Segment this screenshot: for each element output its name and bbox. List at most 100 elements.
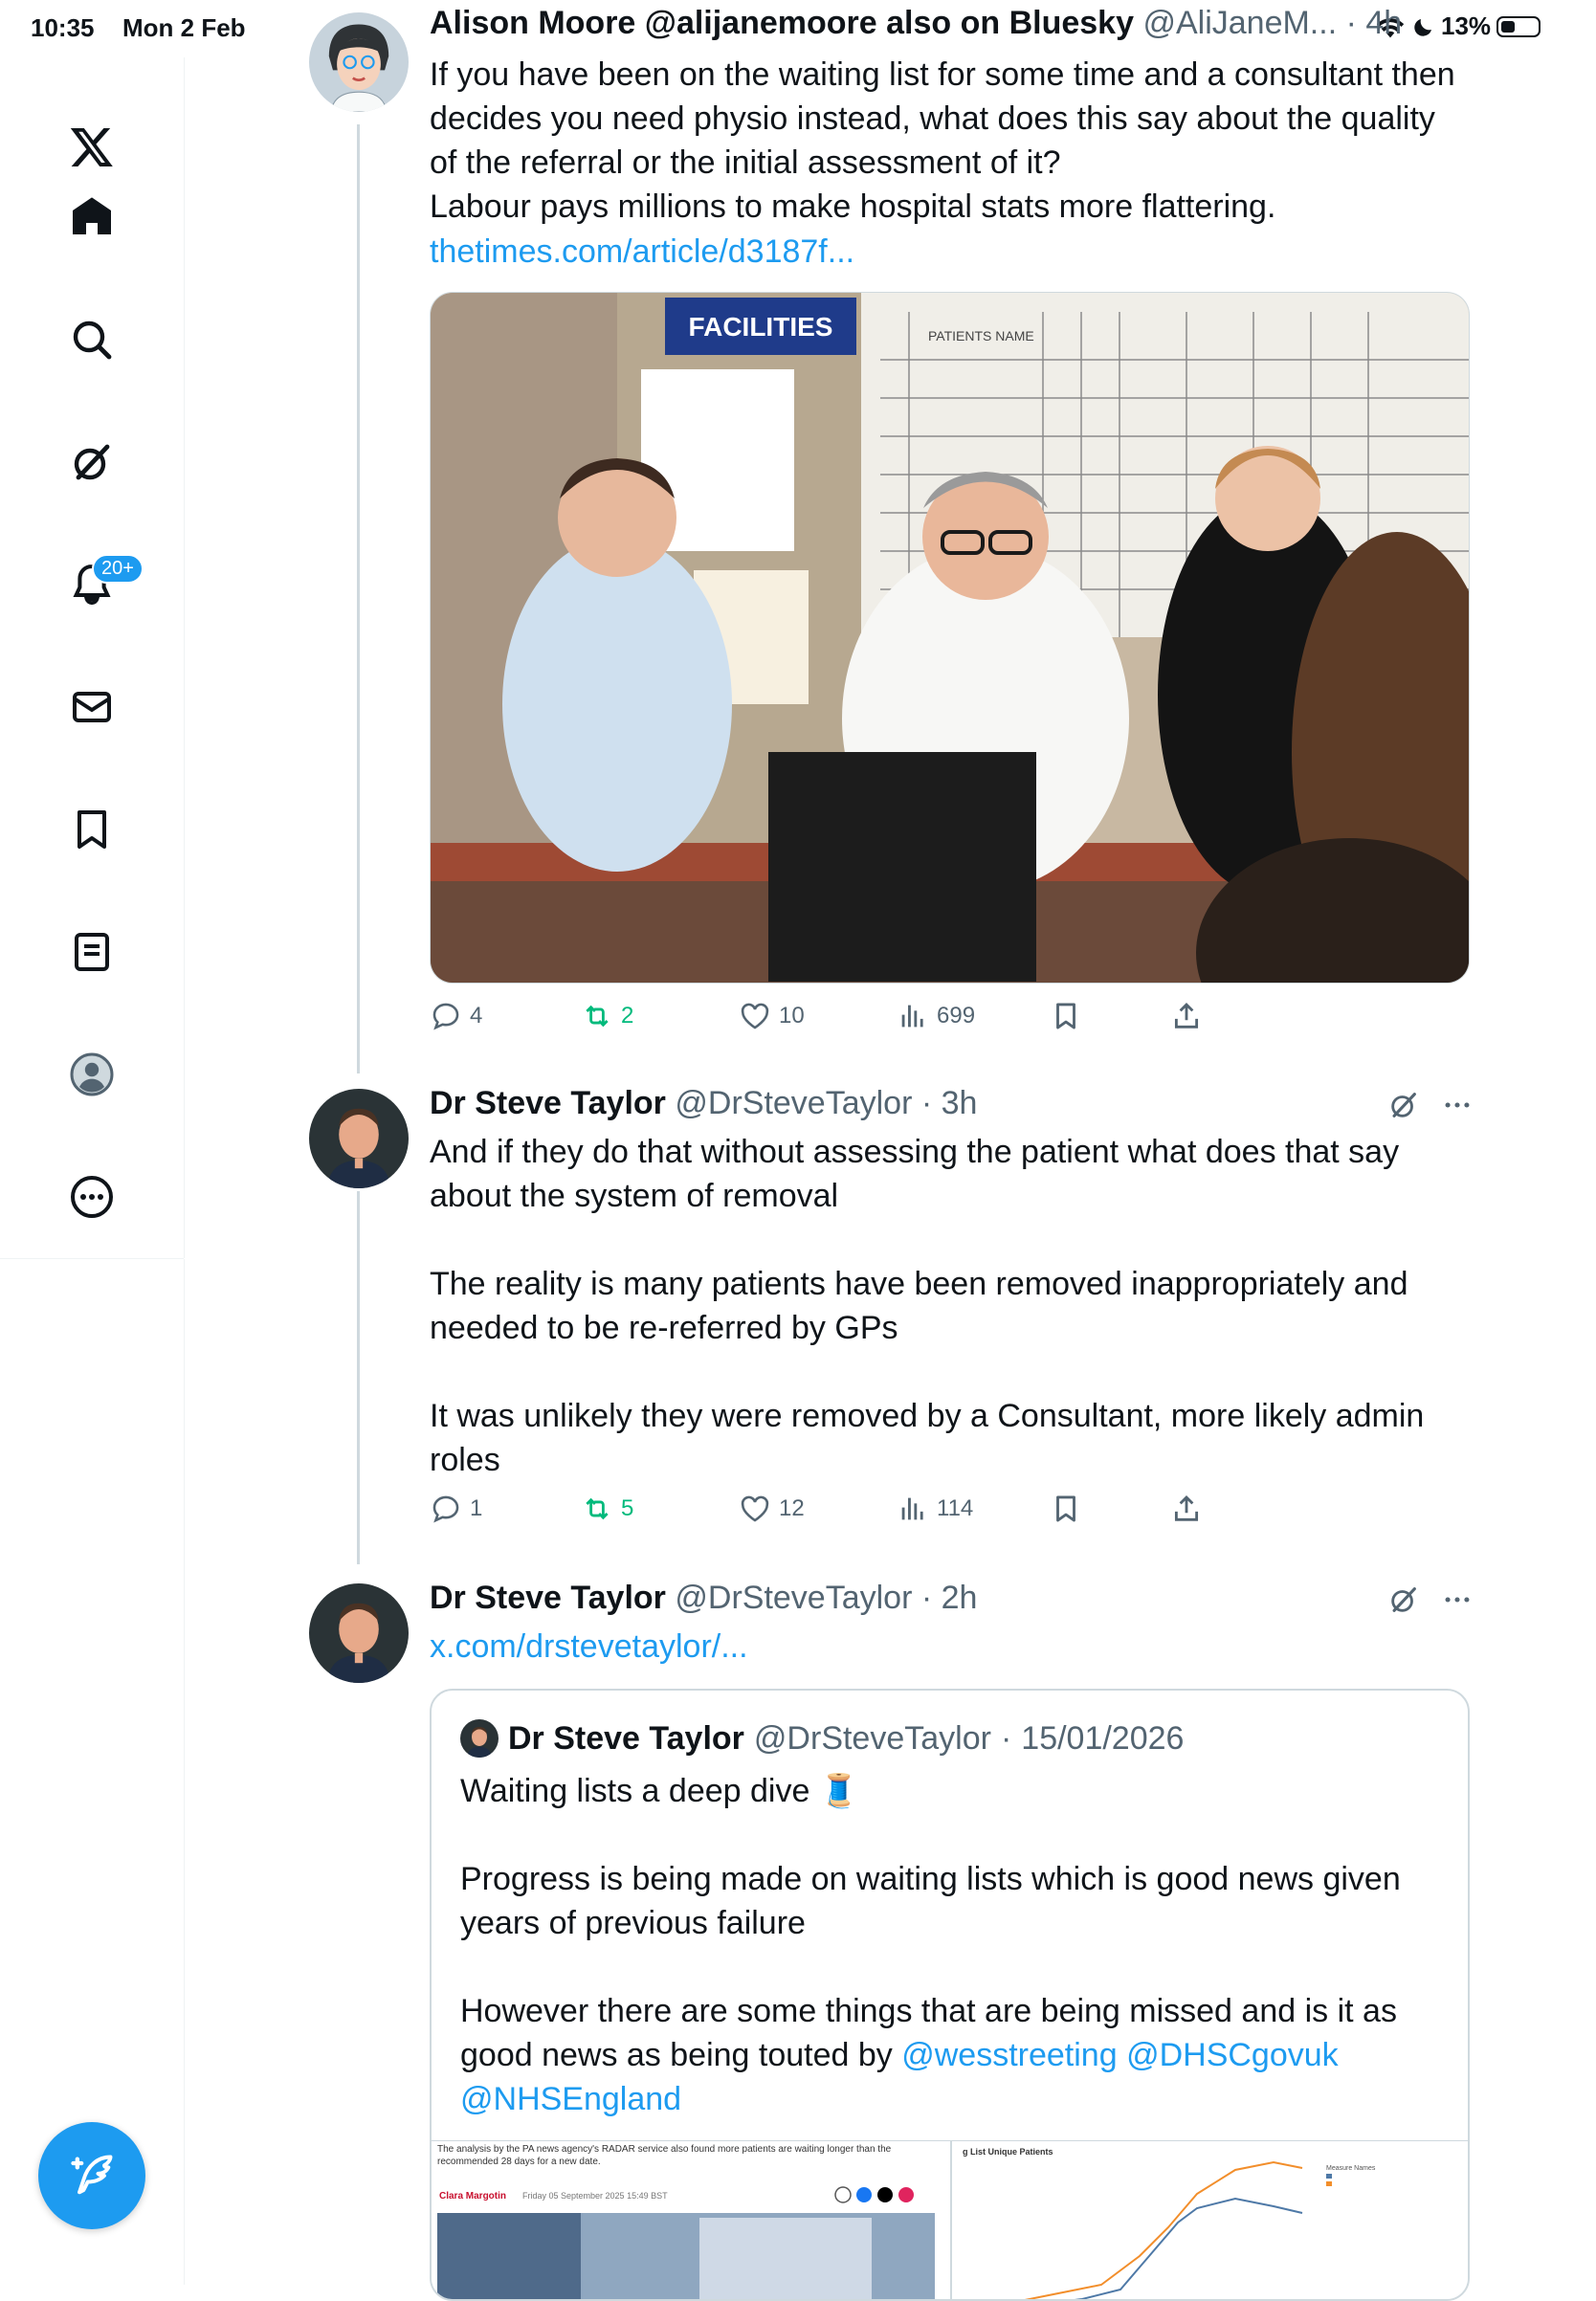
content-border	[184, 1259, 185, 2285]
article-author: Clara Margotin	[439, 2191, 506, 2201]
quote-date: 15/01/2026	[1021, 1719, 1185, 1757]
separator-dot: ·	[912, 1085, 942, 1121]
views-button[interactable]: 114	[897, 1493, 973, 1525]
quote-text-lead: Waiting lists a deep dive 🧵 Progress is …	[460, 1773, 1401, 2073]
mention-link[interactable]: @NHSEngland	[460, 2081, 681, 2117]
share-button[interactable]	[1170, 1493, 1203, 1525]
post-text: And if they do that without assessing th…	[430, 1134, 1425, 1478]
reply-count: 1	[470, 1495, 483, 1521]
separator-dot: ·	[1000, 1719, 1012, 1757]
search-icon[interactable]	[54, 301, 130, 378]
heart-icon	[741, 1495, 769, 1522]
like-button[interactable]: 10	[739, 1000, 805, 1032]
repost-count: 5	[621, 1495, 634, 1521]
quote-avatar	[460, 1719, 499, 1758]
like-button[interactable]: 12	[739, 1493, 805, 1525]
views-bar-chart-icon	[901, 1005, 923, 1028]
repost-count: 2	[621, 1003, 634, 1029]
more-options-icon[interactable]	[1441, 1089, 1474, 1121]
thread-line	[357, 124, 360, 1073]
post-time[interactable]: 4h	[1365, 5, 1402, 41]
share-icon	[1174, 1494, 1199, 1521]
view-count: 114	[937, 1495, 974, 1521]
grok-icon[interactable]	[1387, 1089, 1420, 1121]
author-name[interactable]: Dr Steve Taylor	[430, 1085, 666, 1121]
compose-post-button[interactable]	[38, 2122, 145, 2229]
chart-legend-title: Measure Names	[1326, 2165, 1376, 2172]
battery-percent: 13%	[1441, 11, 1492, 40]
avatar[interactable]	[309, 1089, 409, 1188]
like-count: 12	[779, 1495, 805, 1521]
more-options-icon[interactable]	[1441, 1583, 1474, 1616]
bookmark-button[interactable]	[1050, 1493, 1082, 1525]
status-date: Mon 2 Feb	[122, 13, 246, 42]
post-link[interactable]: x.com/drstevetaylor/...	[430, 1625, 1463, 1669]
post-top-icons	[1387, 1089, 1474, 1121]
bookmark-icon	[1056, 1003, 1075, 1029]
quote-media[interactable]: The analysis by the PA news agency's RAD…	[432, 2140, 1468, 2299]
article-snippet: The analysis by the PA news agency's RAD…	[437, 2144, 892, 2167]
notifications-badge: 20+	[92, 554, 144, 584]
post-time[interactable]: 2h	[942, 1580, 978, 1616]
post-actions: 4 2 10 699	[430, 1000, 1233, 1042]
chart-title: g List Unique Patients	[963, 2147, 1053, 2157]
moon-icon	[1414, 18, 1431, 36]
post-header: Dr Steve Taylor @DrSteveTaylor · 3h	[430, 1085, 977, 1122]
quote-text: Waiting lists a deep dive 🧵 Progress is …	[460, 1769, 1436, 2121]
mention-link[interactable]: @wesstreeting	[901, 2037, 1117, 2073]
quote-header: Dr Steve Taylor @DrSteveTaylor · 15/01/202…	[460, 1719, 1184, 1758]
post-image[interactable]: PATIENTS NAME FACILITIES	[430, 292, 1470, 984]
grok-icon[interactable]	[54, 424, 130, 500]
home-icon[interactable]	[54, 179, 130, 255]
view-count: 699	[937, 1003, 976, 1029]
board-column-label: PATIENTS NAME	[928, 328, 1034, 343]
more-circle-icon[interactable]	[54, 1159, 130, 1235]
x-logo-icon[interactable]	[54, 108, 130, 185]
post-text: If you have been on the waiting list for…	[430, 56, 1455, 225]
post-time[interactable]: 3h	[942, 1085, 978, 1121]
avatar[interactable]	[309, 1583, 409, 1683]
separator-dot: ·	[1337, 5, 1366, 41]
author-name[interactable]: Dr Steve Taylor	[430, 1580, 666, 1616]
repost-icon	[586, 1005, 609, 1028]
status-time: 10:35	[31, 13, 95, 42]
notifications-bell-icon[interactable]: 20+	[54, 546, 144, 623]
share-icon	[1174, 1002, 1199, 1029]
post-top-icons	[1387, 1583, 1474, 1616]
reply-button[interactable]: 1	[430, 1493, 482, 1525]
sidebar-divider	[0, 1258, 184, 1259]
avatar[interactable]	[309, 12, 409, 112]
post-header: Dr Steve Taylor @DrSteveTaylor · 2h	[430, 1580, 977, 1617]
share-button[interactable]	[1170, 1000, 1203, 1032]
repost-button[interactable]: 5	[581, 1493, 633, 1525]
grok-icon[interactable]	[1387, 1583, 1420, 1616]
post-link[interactable]: thetimes.com/article/d3187f...	[430, 230, 1463, 274]
bookmark-icon	[1056, 1495, 1075, 1522]
repost-icon	[586, 1497, 609, 1520]
author-handle[interactable]: @DrSteveTaylor	[675, 1580, 912, 1616]
views-button[interactable]: 699	[897, 1000, 975, 1032]
reply-count: 4	[470, 1003, 483, 1029]
messages-envelope-icon[interactable]	[54, 669, 130, 745]
mention-link[interactable]: @DHSCgovuk	[1126, 2037, 1339, 2073]
author-name[interactable]: Alison Moore @alijanemoore also on Blues…	[430, 5, 1134, 41]
quote-card[interactable]: Dr Steve Taylor @DrSteveTaylor · 15/01/202…	[430, 1689, 1470, 2301]
author-handle[interactable]: @DrSteveTaylor	[675, 1085, 912, 1121]
reply-icon	[432, 1495, 459, 1523]
post-actions: 1 5 12 114	[430, 1493, 1233, 1535]
reply-button[interactable]: 4	[430, 1000, 482, 1032]
profile-icon[interactable]	[54, 1036, 130, 1113]
article-date: Friday 05 September 2025 15:49 BST	[522, 2191, 668, 2201]
author-handle[interactable]: @AliJaneM...	[1142, 5, 1337, 41]
thread-line	[357, 1191, 360, 1564]
sidebar: 20+	[0, 57, 185, 1258]
repost-button[interactable]: 2	[581, 1000, 633, 1032]
views-bar-chart-icon	[901, 1497, 923, 1520]
reply-icon	[432, 1003, 459, 1030]
lists-icon[interactable]	[54, 914, 130, 990]
bookmarks-icon[interactable]	[54, 791, 130, 868]
bookmark-button[interactable]	[1050, 1000, 1082, 1032]
post-header: Alison Moore @alijanemoore also on Blues…	[430, 5, 1402, 42]
like-count: 10	[779, 1003, 805, 1029]
separator-dot: ·	[912, 1580, 942, 1616]
